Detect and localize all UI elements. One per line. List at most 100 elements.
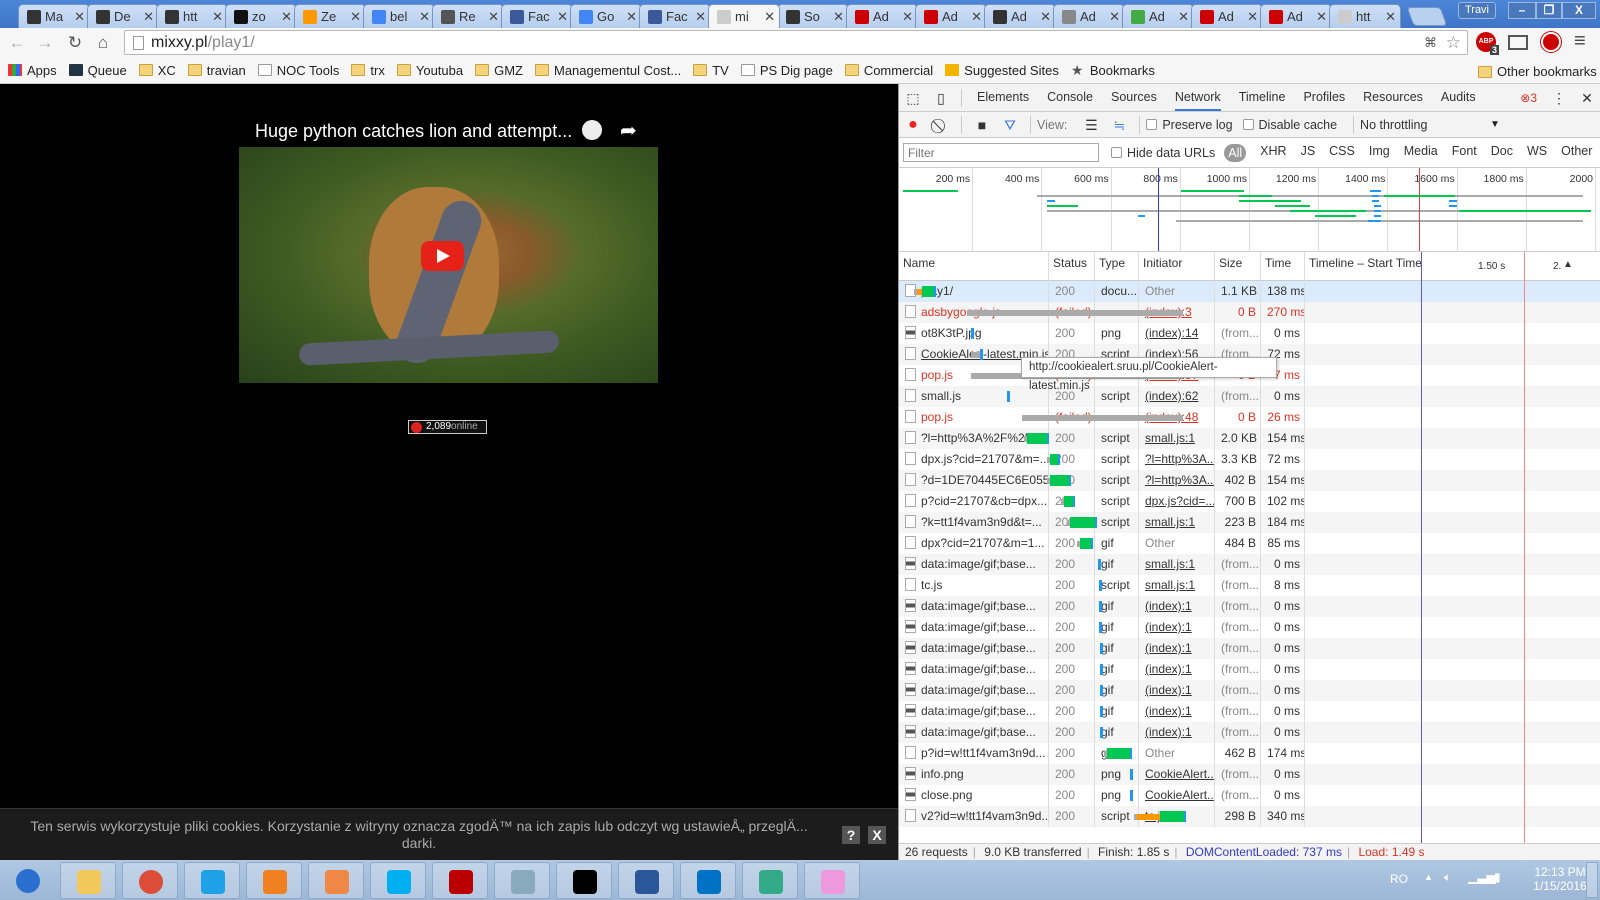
filter-type-js[interactable]: JS: [1301, 144, 1316, 162]
tab-close-icon[interactable]: ✕: [626, 9, 637, 25]
hide-data-urls-checkbox[interactable]: [1111, 147, 1122, 158]
cell-initiator[interactable]: (index):1: [1139, 659, 1215, 680]
tab-console[interactable]: Console: [1047, 84, 1093, 111]
table-row[interactable]: p?cid=21707&cb=dpx...200scriptdpx.js?cid…: [899, 491, 1600, 512]
cell-initiator[interactable]: small.js:1: [1139, 428, 1215, 449]
cookie-close-button[interactable]: X: [868, 826, 886, 844]
table-row[interactable]: data:image/gif;base... 200 gif (index):1 (fr…: [899, 701, 1600, 722]
cell-name[interactable]: v2?id=w!tt1f4vam3n9d...: [899, 806, 1049, 827]
close-devtools-icon[interactable]: ✕: [1579, 90, 1595, 106]
cell-initiator[interactable]: ?l=http%3A...: [1139, 470, 1215, 491]
power-icon[interactable]: ▮: [1494, 870, 1501, 884]
minimize-button[interactable]: –: [1508, 2, 1536, 19]
filter-type-css[interactable]: CSS: [1329, 144, 1355, 162]
column-header-1[interactable]: Status: [1049, 252, 1095, 281]
cell-initiator[interactable]: Other: [1139, 743, 1215, 764]
tab[interactable]: Fac ✕: [501, 4, 573, 28]
profile-button[interactable]: Travi: [1458, 2, 1496, 19]
tab-close-icon[interactable]: ✕: [1178, 9, 1189, 25]
cell-name[interactable]: data:image/gif;base...: [899, 617, 1049, 638]
cell-initiator[interactable]: (index):1: [1139, 722, 1215, 743]
cell-name[interactable]: ?k=tt1f4vam3n9d&t=...: [899, 512, 1049, 533]
cast-icon[interactable]: [1508, 35, 1528, 50]
cell-initiator[interactable]: (index):62: [1139, 386, 1215, 407]
tab-close-icon[interactable]: ✕: [833, 9, 844, 25]
taskbar-command-prompt[interactable]: [556, 862, 612, 899]
taskbar-paint[interactable]: [804, 862, 860, 899]
table-row[interactable]: data:image/gif;base... 200 gif (index):1 (fr…: [899, 596, 1600, 617]
overview-icon[interactable]: ≒: [1111, 117, 1127, 133]
volume-icon[interactable]: 🔈︎: [1444, 870, 1451, 885]
cell-name[interactable]: tc.js: [899, 575, 1049, 596]
tab[interactable]: Fac ✕: [639, 4, 711, 28]
tab-close-icon[interactable]: ✕: [350, 9, 361, 25]
tab[interactable]: Ad ✕: [984, 4, 1056, 28]
sort-icon[interactable]: ▲: [1559, 254, 1573, 283]
bookmark-item[interactable]: Suggested Sites: [945, 63, 1059, 78]
close-window-button[interactable]: X: [1562, 2, 1596, 19]
network-icon[interactable]: ▁▃▅: [1468, 870, 1496, 884]
table-row[interactable]: pop.js(failed)(index):480 B26 ms: [899, 407, 1600, 428]
cell-initiator[interactable]: (index):14: [1139, 323, 1215, 344]
tab-close-icon[interactable]: ✕: [74, 9, 85, 25]
bookmark-item[interactable]: Commercial: [844, 63, 933, 78]
reload-icon[interactable]: ↻: [64, 32, 86, 54]
table-row[interactable]: data:image/gif;base... 200 gif small.js:1 (f…: [899, 554, 1600, 575]
filter-input[interactable]: [903, 143, 1099, 162]
bookmark-item[interactable]: XC: [138, 63, 176, 78]
taskbar-apps-grid[interactable]: [308, 862, 364, 899]
language-indicator[interactable]: RO: [1390, 872, 1408, 886]
taskbar-word[interactable]: [618, 862, 674, 899]
table-row[interactable]: data:image/gif;base... 200 gif (index):1 (fr…: [899, 659, 1600, 680]
table-row[interactable]: p?id=w!tt1f4vam3n9d...200gifOther462 B17…: [899, 743, 1600, 764]
filter-type-font[interactable]: Font: [1452, 144, 1477, 162]
online-counter[interactable]: 2,089online: [408, 420, 487, 434]
cell-initiator[interactable]: (index):1: [1139, 638, 1215, 659]
ublock-icon[interactable]: [1541, 32, 1561, 52]
tab-network[interactable]: Network: [1174, 84, 1221, 111]
clear-icon[interactable]: ⃠: [933, 117, 949, 133]
cell-initiator[interactable]: (index):1: [1139, 617, 1215, 638]
column-header-0[interactable]: Name: [899, 252, 1049, 281]
cell-name[interactable]: data:image/gif;base...: [899, 722, 1049, 743]
tab-close-icon[interactable]: ✕: [695, 9, 706, 25]
cell-name[interactable]: dpx.js?cid=21707&m=...: [899, 449, 1049, 470]
chevron-down-icon[interactable]: ▼: [1490, 119, 1500, 130]
taskbar-network-app[interactable]: [742, 862, 798, 899]
bookmark-star-icon[interactable]: ☆: [1446, 31, 1461, 54]
tab-close-icon[interactable]: ✕: [902, 9, 913, 25]
tab-close-icon[interactable]: ✕: [488, 9, 499, 25]
share-icon[interactable]: ➦: [620, 118, 637, 143]
tab-close-icon[interactable]: ✕: [1109, 9, 1120, 25]
tab[interactable]: htt ✕: [156, 4, 228, 28]
table-row[interactable]: dpx.js?cid=21707&m=... 200 script ?l=http%3…: [899, 449, 1600, 470]
address-bar[interactable]: mixxy.pl/play1/ ⌘ ☆: [124, 30, 1468, 55]
column-header-3[interactable]: Initiator: [1139, 252, 1215, 281]
throttling-select[interactable]: No throttling: [1360, 118, 1480, 132]
tab[interactable]: Ma ✕: [18, 4, 90, 28]
tab-resources[interactable]: Resources: [1363, 84, 1423, 111]
table-row[interactable]: ot8K3tP.jpg 200 png (index):14 (from... 0 ms: [899, 323, 1600, 344]
filter-icon[interactable]: ⛛: [1002, 117, 1018, 133]
tab-close-icon[interactable]: ✕: [1316, 9, 1327, 25]
more-icon[interactable]: ⋮: [1551, 90, 1567, 106]
forward-icon[interactable]: →: [34, 32, 56, 54]
table-row[interactable]: ?k=tt1f4vam3n9d&t=... 200 script small.js:1…: [899, 512, 1600, 533]
tab-sources[interactable]: Sources: [1111, 84, 1157, 111]
taskbar-start[interactable]: [0, 862, 52, 899]
filter-type-ws[interactable]: WS: [1527, 144, 1547, 162]
tab-close-icon[interactable]: ✕: [1040, 9, 1051, 25]
table-row[interactable]: ?d=1DE70445EC6E055...200script?l=http%3A…: [899, 470, 1600, 491]
taskbar-acrobat[interactable]: [432, 862, 488, 899]
cell-name[interactable]: data:image/gif;base...: [899, 701, 1049, 722]
filter-type-xhr[interactable]: XHR: [1260, 144, 1286, 162]
taskbar-calculator[interactable]: [494, 862, 550, 899]
tab[interactable]: De ✕: [87, 4, 159, 28]
device-mode-icon[interactable]: ▯: [933, 90, 949, 106]
tab-audits[interactable]: Audits: [1441, 84, 1476, 111]
cell-name[interactable]: close.png: [899, 785, 1049, 806]
cell-initiator[interactable]: CookieAlert...: [1139, 764, 1215, 785]
table-row[interactable]: dpx?cid=21707&m=1... 200 gif Other 484 B 85 m…: [899, 533, 1600, 554]
tab[interactable]: Ad ✕: [915, 4, 987, 28]
cell-initiator[interactable]: (index):1: [1139, 701, 1215, 722]
